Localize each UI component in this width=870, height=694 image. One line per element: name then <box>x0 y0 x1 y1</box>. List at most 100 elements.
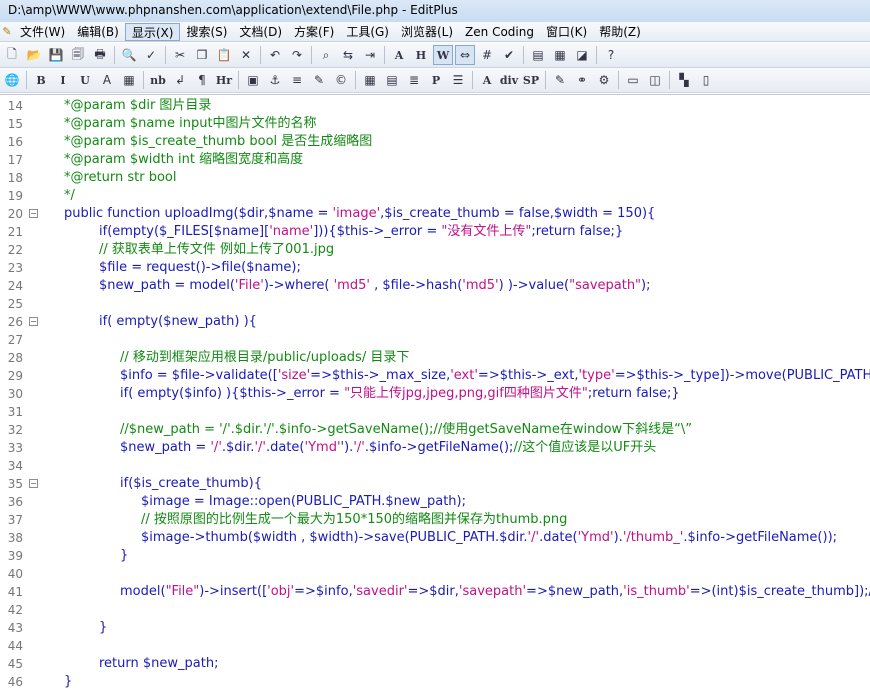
edit-icon[interactable]: ✎ <box>309 70 329 90</box>
paragraph-icon[interactable]: ¶ <box>192 70 212 90</box>
find-icon[interactable]: ⌕ <box>316 45 336 65</box>
code-line[interactable]: 45 return $new_path; <box>0 655 870 673</box>
open-folder-icon[interactable]: 📂 <box>24 45 44 65</box>
code-line[interactable]: 15 *@param $name input中图片文件的名称 <box>0 115 870 133</box>
code-line[interactable]: 41 model("File")->insert(['obj'=>$info,'s… <box>0 583 870 601</box>
code-line[interactable]: 20− public function uploadImg($dir,$name … <box>0 205 870 223</box>
split-icon[interactable]: ▯ <box>696 70 716 90</box>
paste-icon[interactable]: 📋 <box>214 45 234 65</box>
code-line[interactable]: 30 if( empty($info) ){$this->_error = "只能… <box>0 385 870 403</box>
save-icon[interactable]: 💾 <box>46 45 66 65</box>
code-line[interactable]: 40 <box>0 565 870 583</box>
font-color-icon[interactable]: A <box>97 70 117 90</box>
center-icon[interactable]: ≣ <box>404 70 424 90</box>
menu-item-4[interactable]: 文档(D) <box>233 23 288 41</box>
menu-item-0[interactable]: 文件(W) <box>14 23 71 41</box>
print-icon[interactable]: 🖶 <box>90 45 110 65</box>
code-line[interactable]: 19 */ <box>0 187 870 205</box>
style-icon[interactable]: ✎ <box>550 70 570 90</box>
goto-icon[interactable]: ⇥ <box>360 45 380 65</box>
code-line[interactable]: 31 <box>0 403 870 421</box>
bold-icon[interactable]: B <box>31 70 51 90</box>
span-icon[interactable]: SP <box>521 70 541 90</box>
comment-icon[interactable]: © <box>331 70 351 90</box>
code-line[interactable]: 17 *@param $width int 缩略图宽度和高度 <box>0 151 870 169</box>
menu-item-3[interactable]: 搜索(S) <box>180 23 233 41</box>
undo-icon[interactable]: ↶ <box>265 45 285 65</box>
code-line[interactable]: 39} <box>0 547 870 565</box>
save-all-icon[interactable]: 🗐 <box>68 45 88 65</box>
code-line[interactable]: 37 // 按照原图的比例生成一个最大为150*150的缩略图并保存为thumb.… <box>0 511 870 529</box>
code-editor[interactable]: 14 *@param $dir 图片目录 15 *@param $name input… <box>0 94 870 694</box>
underline-icon[interactable]: U <box>75 70 95 90</box>
word-wrap-icon[interactable]: W <box>433 45 453 65</box>
code-line[interactable]: 46} <box>0 673 870 691</box>
fold-toggle-icon[interactable]: − <box>29 209 38 218</box>
menu-item-5[interactable]: 方案(F) <box>288 23 340 41</box>
code-line[interactable]: 14 *@param $dir 图片目录 <box>0 97 870 115</box>
replace-icon[interactable]: ⇆ <box>338 45 358 65</box>
anchor-icon[interactable]: ⚓ <box>265 70 285 90</box>
menu-item-1[interactable]: 编辑(B) <box>71 23 125 41</box>
ruler-icon[interactable]: ⇔ <box>455 45 475 65</box>
table-icon[interactable]: ▦ <box>360 70 380 90</box>
line-break-icon[interactable]: ↲ <box>170 70 190 90</box>
cut-icon[interactable]: ✂ <box>170 45 190 65</box>
code-line[interactable]: 25 <box>0 295 870 313</box>
browser-icon[interactable]: ◪ <box>572 45 592 65</box>
help-icon[interactable]: ? <box>601 45 621 65</box>
menu-item-10[interactable]: 帮助(Z) <box>593 23 647 41</box>
code-line[interactable]: 38 $image->thumb($width , $width)->save(P… <box>0 529 870 547</box>
image-icon[interactable]: ▣ <box>243 70 263 90</box>
menu-item-8[interactable]: Zen Coding <box>459 23 540 41</box>
code-line[interactable]: 26− if( empty($new_path) ){ <box>0 313 870 331</box>
heading-icon[interactable]: H <box>411 45 431 65</box>
horizontal-rule-icon[interactable]: Hr <box>214 70 234 90</box>
new-file-icon[interactable]: 🗋 <box>2 45 22 65</box>
spell-check-icon[interactable]: ✔ <box>499 45 519 65</box>
line-number-icon[interactable]: # <box>477 45 497 65</box>
menu-item-9[interactable]: 窗口(K) <box>540 23 593 41</box>
code-line[interactable]: 24 $new_path = model('File')->where( 'md5… <box>0 277 870 295</box>
window-icon[interactable]: ▭ <box>623 70 643 90</box>
fold-toggle-icon[interactable]: − <box>29 317 38 326</box>
color-table-icon[interactable]: ▦ <box>119 70 139 90</box>
list-icon[interactable]: ≡ <box>287 70 307 90</box>
pre-icon[interactable]: P <box>426 70 446 90</box>
font-icon[interactable]: A <box>389 45 409 65</box>
code-line[interactable]: 23 $file = request()->file($name); <box>0 259 870 277</box>
panel-icon[interactable]: ▤ <box>528 45 548 65</box>
link-icon[interactable]: ⚭ <box>572 70 592 90</box>
menu-item-7[interactable]: 浏览器(L) <box>395 23 459 41</box>
menu-item-6[interactable]: 工具(G) <box>340 23 395 41</box>
code-line[interactable]: 27 <box>0 331 870 349</box>
code-line[interactable]: 29 $info = $file->validate(['size'=>$this… <box>0 367 870 385</box>
frame-icon[interactable]: ◫ <box>645 70 665 90</box>
delete-icon[interactable]: ✕ <box>236 45 256 65</box>
code-line[interactable]: 32 //$new_path = '/'.$dir.'/'.$info->getS… <box>0 421 870 439</box>
code-line[interactable]: 33 $new_path = '/'.$dir.'/'.date('Ymd'').… <box>0 439 870 457</box>
color-picker-icon[interactable]: ▚ <box>674 70 694 90</box>
code-line[interactable]: 22 // 获取表单上传文件 例如上传了001.jpg <box>0 241 870 259</box>
code-line[interactable]: 42 <box>0 601 870 619</box>
div-icon[interactable]: div <box>499 70 519 90</box>
code-line[interactable]: 28 // 移动到框架应用根目录/public/uploads/ 目录下 <box>0 349 870 367</box>
code-line[interactable]: 18 *@return str bool <box>0 169 870 187</box>
code-line[interactable]: 21 if(empty($_FILES[$name]['name'])){$thi… <box>0 223 870 241</box>
globe-icon[interactable]: 🌐 <box>2 70 22 90</box>
font-tag-icon[interactable]: A <box>477 70 497 90</box>
print-preview-icon[interactable]: 🔍 <box>119 45 139 65</box>
nbsp-icon[interactable]: nb <box>148 70 168 90</box>
script-icon[interactable]: ⚙ <box>594 70 614 90</box>
fold-toggle-icon[interactable]: − <box>29 479 38 488</box>
menu-item-2[interactable]: 显示(X) <box>124 22 181 41</box>
code-line[interactable]: 34 <box>0 457 870 475</box>
copy-icon[interactable]: ❐ <box>192 45 212 65</box>
ordered-list-icon[interactable]: ☰ <box>448 70 468 90</box>
redo-icon[interactable]: ↷ <box>287 45 307 65</box>
code-line[interactable]: 35− if($is_create_thumb){ <box>0 475 870 493</box>
table-row-icon[interactable]: ▤ <box>382 70 402 90</box>
italic-icon[interactable]: I <box>53 70 73 90</box>
code-line[interactable]: 44 <box>0 637 870 655</box>
code-line[interactable]: 16 *@param $is_create_thumb bool 是否生成缩略图 <box>0 133 870 151</box>
